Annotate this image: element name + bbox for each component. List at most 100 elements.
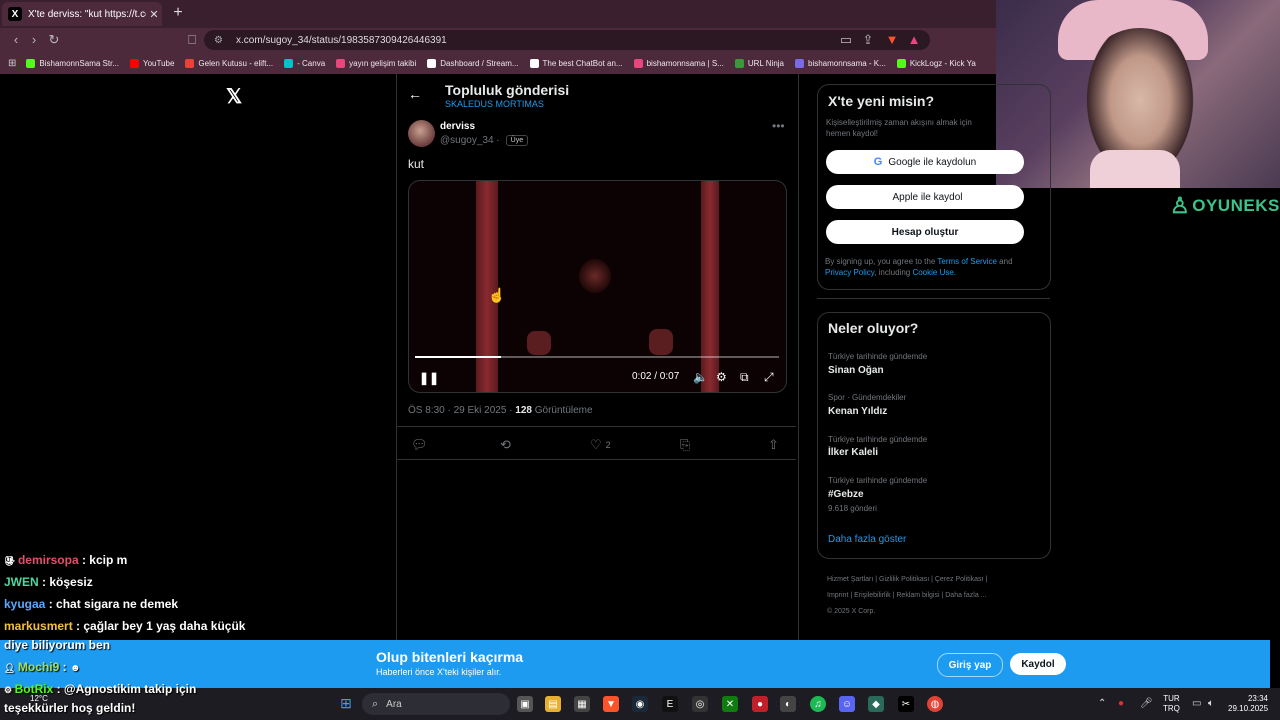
chat-username: kyugaa xyxy=(4,597,46,611)
privacy-link[interactable]: Privacy Policy xyxy=(825,268,874,277)
footer-copyright: © 2025 X Corp. xyxy=(827,608,876,615)
microphone-icon[interactable]: 🎤︎ xyxy=(1140,698,1153,709)
forward-icon[interactable]: › xyxy=(26,32,42,47)
steam-icon[interactable]: ◉ xyxy=(632,696,648,712)
author-handle[interactable]: @sugoy_34 · xyxy=(440,135,500,146)
fullscreen-icon[interactable]: ⤢ xyxy=(764,370,774,385)
back-arrow-icon[interactable]: ← xyxy=(408,86,422,102)
bookmark-label: bishamonnsama | S... xyxy=(646,58,724,68)
url-field[interactable]: ⚙ x.com/sugoy_34/status/1983587309426446… xyxy=(204,30,930,50)
bookmark-item[interactable]: KickLogz - Kick Ya xyxy=(896,58,976,68)
tab-close-icon[interactable]: ✕ xyxy=(146,8,162,21)
tray-expand-icon[interactable]: ⌃ xyxy=(1098,698,1106,709)
share-icon[interactable]: ⇪ xyxy=(860,32,876,48)
cast-icon[interactable]: ▭ xyxy=(838,32,854,48)
app-icon[interactable]: ◐ xyxy=(780,696,796,712)
bookmark-item[interactable]: URL Ninja xyxy=(734,58,784,68)
like-button[interactable]: ♡ 2 xyxy=(590,437,611,453)
bookmark-item[interactable]: The best ChatBot an... xyxy=(529,58,623,68)
pip-icon[interactable]: ⧉ xyxy=(740,370,749,385)
store-icon[interactable]: ▦ xyxy=(574,696,590,712)
brave-browser-icon[interactable]: ▼ xyxy=(603,696,619,712)
bookmark-item[interactable]: Dashboard / Stream... xyxy=(427,58,519,68)
x-logo-icon[interactable]: 𝕏 xyxy=(226,84,242,109)
trend-context: Türkiye tarihinde gündemde xyxy=(828,476,928,485)
bookmark-item[interactable]: BishamonnSama Str... xyxy=(26,58,119,68)
chat-username: Mochi9 xyxy=(17,660,60,674)
bookmark-label: Gelen Kutusu - elift... xyxy=(198,58,274,68)
spotify-icon[interactable]: ♫ xyxy=(810,696,826,712)
epic-games-icon[interactable]: E xyxy=(662,696,678,712)
bookmark-item[interactable]: Gelen Kutusu - elift... xyxy=(185,58,274,68)
speaker-icon[interactable]: 🔈︎ xyxy=(1208,698,1214,709)
trend-count: 9.618 gönderi xyxy=(828,504,877,513)
rewards-icon[interactable]: ▲ xyxy=(906,32,922,47)
windows-start-icon[interactable]: ⊞ xyxy=(338,695,354,711)
bookmark-item[interactable]: bishamonnsama | S... xyxy=(633,58,724,68)
share-tweet-icon[interactable]: ⇧ xyxy=(768,437,779,453)
system-clock[interactable]: 23:34 29.10.2025 xyxy=(1228,694,1268,714)
obs-icon[interactable]: ◎ xyxy=(692,696,708,712)
trend-name[interactable]: Kenan Yıldız xyxy=(828,406,887,417)
active-tab[interactable]: X X'te derviss: "kut https://t.co/ ✕ xyxy=(2,2,162,26)
chat-text: : çağlar bey 1 yaş daha küçük xyxy=(72,619,246,633)
reply-icon[interactable]: 💬︎ xyxy=(411,437,428,453)
file-explorer-icon[interactable]: ▤ xyxy=(545,696,561,712)
bookmark-item[interactable]: - Canva xyxy=(284,58,325,68)
trend-name[interactable]: Sinan Oğan xyxy=(828,365,884,376)
terms-link[interactable]: Terms of Service xyxy=(937,257,997,266)
cookie-link[interactable]: Cookie Use. xyxy=(912,268,956,277)
bookmark-item[interactable]: bishamonnsama - K... xyxy=(795,58,886,68)
reload-icon[interactable]: ↻ xyxy=(46,32,62,48)
trend-name[interactable]: #Gebze xyxy=(828,489,864,500)
tray-app-icon[interactable]: ● xyxy=(1118,698,1124,709)
tweet-timestamp[interactable]: ÖS 8:30 · 29 Eki 2025 · xyxy=(408,405,515,416)
author-name[interactable]: derviss xyxy=(440,121,475,132)
network-icon[interactable]: ▭ xyxy=(1192,698,1201,709)
show-more-link[interactable]: Daha fazla göster xyxy=(828,534,906,545)
app-icon[interactable]: ◆ xyxy=(868,696,884,712)
xbox-icon[interactable]: ✕ xyxy=(722,696,738,712)
bookmark-label: BishamonnSama Str... xyxy=(39,58,119,68)
app-icon[interactable]: ● xyxy=(752,696,768,712)
chrome-icon[interactable]: ◍ xyxy=(927,696,943,712)
trend-name[interactable]: İlker Kaleli xyxy=(828,447,878,458)
more-options-icon[interactable]: ••• xyxy=(772,119,785,133)
site-settings-icon[interactable]: ⚙ xyxy=(214,35,228,46)
brave-shield-icon[interactable]: ▼ xyxy=(884,32,900,47)
banner-title: Olup bitenleri kaçırma xyxy=(376,649,524,665)
capcut-icon[interactable]: ✂ xyxy=(898,696,914,712)
volume-icon[interactable]: 🔈 xyxy=(693,370,708,384)
apple-signup-button[interactable]: Apple ile kaydol xyxy=(826,185,1024,209)
google-signup-button[interactable]: G Google ile kaydolun xyxy=(826,150,1024,174)
bookmark-label: YouTube xyxy=(142,58,175,68)
apple-signup-label: Apple ile kaydol xyxy=(892,191,963,203)
create-account-button[interactable]: Hesap oluştur xyxy=(826,220,1024,244)
bot-badge-icon: ⚙ xyxy=(4,685,15,695)
video-progress-bar[interactable] xyxy=(415,356,779,358)
settings-gear-icon[interactable]: ⚙ xyxy=(716,370,727,384)
bookmarks-bar: ⊞ BishamonnSama Str... YouTube Gelen Kutus… xyxy=(0,52,1000,74)
avatar[interactable] xyxy=(408,120,435,147)
chat-username: BotRix xyxy=(14,682,54,696)
community-name[interactable]: SKALEDUS MORTIMAS xyxy=(445,99,544,109)
back-icon[interactable]: ‹ xyxy=(8,32,24,47)
task-view-icon[interactable]: ▣ xyxy=(517,696,533,712)
bookmark-icon[interactable]: ⎕ xyxy=(184,32,200,48)
bookmark-item[interactable]: yayın gelişim takibi xyxy=(336,58,416,68)
repost-icon[interactable]: ⟲ xyxy=(500,437,511,453)
footer-line[interactable]: Hizmet Şartları | Gizlilik Politikası | … xyxy=(827,572,1049,588)
signup-button[interactable]: Kaydol xyxy=(1010,653,1066,675)
pause-icon[interactable]: ❚❚ xyxy=(419,371,439,385)
taskbar-search[interactable]: ⌕ Ara xyxy=(362,693,510,715)
apps-grid-icon[interactable]: ⊞ xyxy=(8,58,16,69)
discord-icon[interactable]: ☺ xyxy=(839,696,855,712)
video-player[interactable]: ❚❚ 0:02 / 0:07 🔈 ⚙ ⧉ ⤢ xyxy=(408,180,787,393)
language-indicator[interactable]: TUR TRQ xyxy=(1163,694,1180,714)
footer-line[interactable]: Imprint | Erişilebilirlik | Reklam bilgi… xyxy=(827,588,1049,604)
login-button[interactable]: Giriş yap xyxy=(937,653,1003,677)
oyuneks-logo-text: OYUNEKS xyxy=(1192,196,1280,215)
bookmark-item[interactable]: YouTube xyxy=(129,58,175,68)
bookmark-tweet-icon[interactable]: ⎘ xyxy=(680,437,690,453)
new-tab-button[interactable]: + xyxy=(170,4,186,22)
